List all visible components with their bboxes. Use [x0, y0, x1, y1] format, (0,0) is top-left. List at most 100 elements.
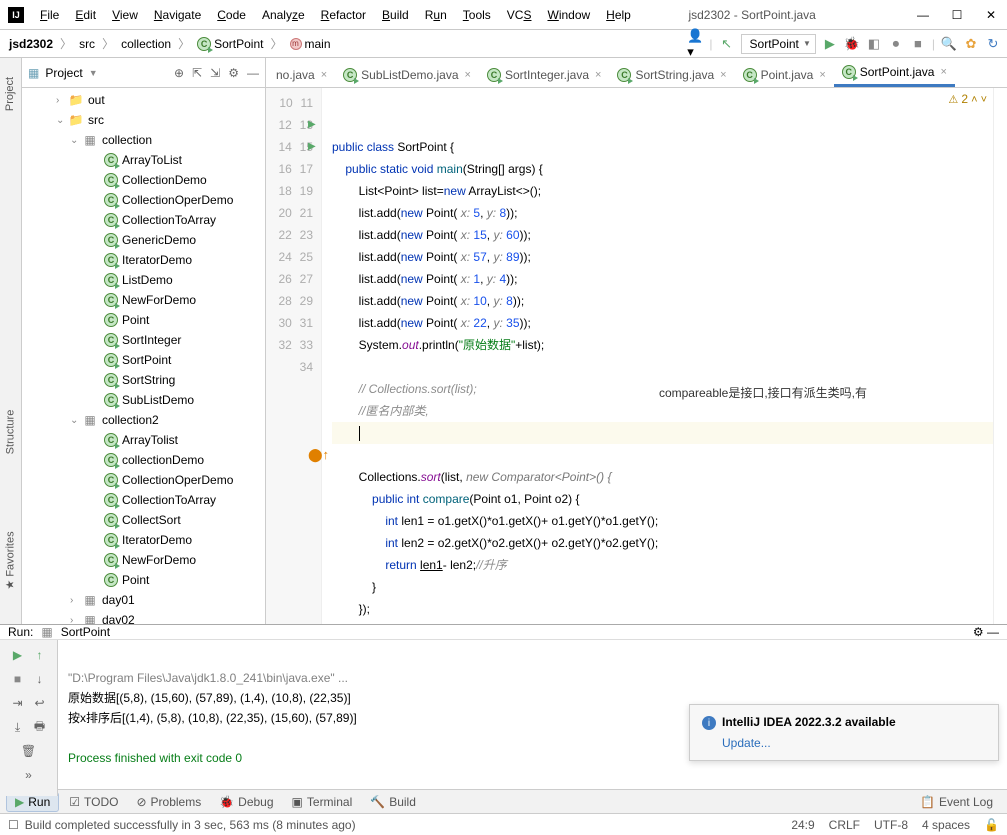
more-button[interactable]: »: [20, 766, 38, 784]
tab-close-icon[interactable]: ×: [321, 69, 327, 81]
encoding[interactable]: UTF-8: [874, 818, 908, 832]
tab-close-icon[interactable]: ×: [595, 69, 601, 81]
tree-day02[interactable]: ›▦day02: [22, 610, 265, 624]
run-down-button[interactable]: ↓: [31, 670, 49, 688]
menu-analyze[interactable]: Analyze: [254, 8, 313, 22]
profile-button[interactable]: ⏺: [888, 36, 904, 52]
run-up-button[interactable]: ↑: [31, 646, 49, 664]
line-sep[interactable]: CRLF: [829, 818, 860, 832]
coverage-button[interactable]: ◧: [866, 36, 882, 52]
tree-src[interactable]: ⌄📁src: [22, 110, 265, 130]
bc-method[interactable]: mmain: [287, 37, 334, 51]
tree-file-CollectSort[interactable]: CCollectSort: [22, 510, 265, 530]
code-editor[interactable]: public class SortPoint { public static v…: [322, 88, 1007, 624]
scope-icon[interactable]: ⊕: [174, 66, 184, 80]
editor-tab-SortInteger[interactable]: CSortInteger.java×: [479, 63, 610, 87]
run-target[interactable]: SortPoint: [61, 625, 110, 639]
tree-file-Point[interactable]: CPoint: [22, 570, 265, 590]
menu-window[interactable]: Window: [539, 8, 598, 22]
tree-file-CollectionOperDemo[interactable]: CCollectionOperDemo: [22, 470, 265, 490]
menu-view[interactable]: View: [104, 8, 146, 22]
tree-file-GenericDemo[interactable]: CGenericDemo: [22, 230, 265, 250]
tab-close-icon[interactable]: ×: [720, 69, 726, 81]
close-button[interactable]: ✕: [983, 8, 999, 22]
tree-file-CollectionToArray[interactable]: CCollectionToArray: [22, 490, 265, 510]
menu-refactor[interactable]: Refactor: [313, 8, 374, 22]
tree-file-NewForDemo[interactable]: CNewForDemo: [22, 550, 265, 570]
tree-file-SortInteger[interactable]: CSortInteger: [22, 330, 265, 350]
editor-tab-SortPoint[interactable]: CSortPoint.java×: [834, 60, 955, 87]
menu-build[interactable]: Build: [374, 8, 417, 22]
menu-vcs[interactable]: VCS: [499, 8, 540, 22]
stop-run-button[interactable]: ■: [9, 670, 27, 688]
run-button[interactable]: ▶: [822, 36, 838, 52]
collapse-icon[interactable]: ⇲: [210, 66, 220, 80]
editor-tab-no[interactable]: no.java×: [268, 63, 335, 87]
tab-close-icon[interactable]: ×: [819, 69, 825, 81]
trash-button[interactable]: 🗑: [20, 742, 38, 760]
exit-button[interactable]: ⇥: [9, 694, 27, 712]
structure-tab-vertical[interactable]: Structure: [0, 410, 41, 455]
tree-file-CollectionToArray[interactable]: CCollectionToArray: [22, 210, 265, 230]
tree-file-NewForDemo[interactable]: CNewForDemo: [22, 290, 265, 310]
tree-file-SubListDemo[interactable]: CSubListDemo: [22, 390, 265, 410]
rerun-button[interactable]: ▶: [9, 646, 27, 664]
tree-file-ArrayTolist[interactable]: CArrayTolist: [22, 430, 265, 450]
tree-file-ArrayToList[interactable]: CArrayToList: [22, 150, 265, 170]
project-tree[interactable]: ›📁out ⌄📁src ⌄▦collection CArrayToListCCo…: [22, 88, 265, 624]
lock-icon[interactable]: 🔓: [984, 818, 999, 832]
minimize-button[interactable]: —: [915, 8, 931, 22]
soft-wrap-button[interactable]: ↩: [31, 694, 49, 712]
scroll-button[interactable]: ⤓: [9, 718, 27, 736]
menu-code[interactable]: Code: [209, 8, 254, 22]
search-icon[interactable]: 🔍: [941, 36, 957, 52]
tree-file-CollectionOperDemo[interactable]: CCollectionOperDemo: [22, 190, 265, 210]
tree-collection2[interactable]: ⌄▦collection2: [22, 410, 265, 430]
tree-collection[interactable]: ⌄▦collection: [22, 130, 265, 150]
tree-file-IteratorDemo[interactable]: CIteratorDemo: [22, 530, 265, 550]
sync-icon[interactable]: ↻: [985, 36, 1001, 52]
editor-tab-SortString[interactable]: CSortString.java×: [609, 63, 734, 87]
error-stripe[interactable]: [993, 88, 1007, 624]
tab-close-icon[interactable]: ×: [940, 66, 946, 78]
gear-icon[interactable]: ⚙: [228, 66, 239, 80]
tree-file-ListDemo[interactable]: CListDemo: [22, 270, 265, 290]
hide-icon[interactable]: —: [247, 66, 259, 80]
run-settings-icon[interactable]: ⚙ —: [973, 625, 999, 639]
user-icon[interactable]: 👤▾: [687, 36, 703, 52]
stop-button[interactable]: ■: [910, 36, 926, 52]
print-button[interactable]: 🖶: [31, 718, 49, 736]
tree-file-Point[interactable]: CPoint: [22, 310, 265, 330]
favorites-tab-vertical[interactable]: ★ Favorites: [0, 531, 41, 589]
menu-run[interactable]: Run: [417, 8, 455, 22]
tree-file-SortString[interactable]: CSortString: [22, 370, 265, 390]
project-header-label[interactable]: Project: [45, 66, 82, 80]
menu-tools[interactable]: Tools: [455, 8, 499, 22]
update-link[interactable]: Update...: [722, 736, 771, 750]
warnings-badge[interactable]: ⚠ 2 ˄ ˅: [948, 92, 987, 106]
bc-class[interactable]: CSortPoint: [194, 37, 266, 51]
editor-tab-SubListDemo[interactable]: CSubListDemo.java×: [335, 63, 479, 87]
project-tab-vertical[interactable]: Project: [0, 77, 41, 111]
bc-project[interactable]: jsd2302: [6, 37, 56, 51]
settings-icon[interactable]: ✿: [963, 36, 979, 52]
hammer-icon[interactable]: ↖: [719, 36, 735, 52]
tree-file-collectionDemo[interactable]: CcollectionDemo: [22, 450, 265, 470]
menu-edit[interactable]: Edit: [67, 8, 104, 22]
menu-file[interactable]: File: [32, 8, 67, 22]
debug-button[interactable]: 🐞: [844, 36, 860, 52]
tree-file-SortPoint[interactable]: CSortPoint: [22, 350, 265, 370]
run-config-combo[interactable]: SortPoint: [741, 34, 816, 54]
indent[interactable]: 4 spaces: [922, 818, 970, 832]
tab-close-icon[interactable]: ×: [465, 69, 471, 81]
menu-help[interactable]: Help: [598, 8, 639, 22]
editor-tab-Point[interactable]: CPoint.java×: [735, 63, 834, 87]
tree-out[interactable]: ›📁out: [22, 90, 265, 110]
bc-src[interactable]: src: [76, 37, 98, 51]
expand-icon[interactable]: ⇱: [192, 66, 202, 80]
bc-package[interactable]: collection: [118, 37, 174, 51]
tree-day01[interactable]: ›▦day01: [22, 590, 265, 610]
tree-file-CollectionDemo[interactable]: CCollectionDemo: [22, 170, 265, 190]
menu-navigate[interactable]: Navigate: [146, 8, 209, 22]
maximize-button[interactable]: ☐: [949, 8, 965, 22]
